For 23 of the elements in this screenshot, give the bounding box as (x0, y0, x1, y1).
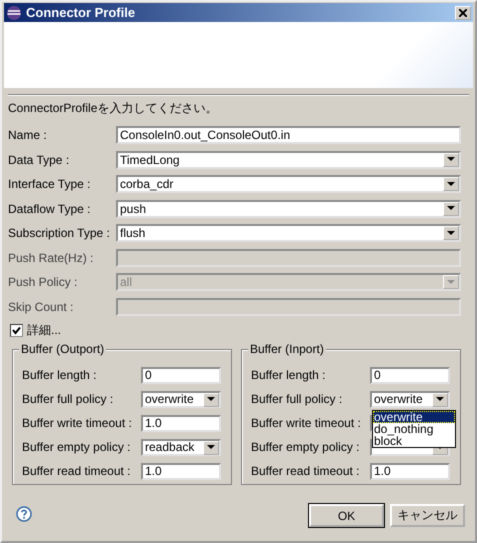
field-label: Push Rate(Hz) : (8, 250, 94, 264)
field-label: Buffer read timeout : (251, 464, 361, 478)
group-title: Buffer (Outport) (19, 342, 106, 356)
instruction-text: ConnectorProfileを入力してください。 (8, 100, 218, 116)
group-title: Buffer (Inport) (248, 342, 326, 356)
field-label: Buffer write timeout : (22, 416, 133, 430)
field-label: Data Type : (8, 152, 70, 166)
field-label: Skip Count : (8, 300, 74, 314)
field-label: Buffer empty policy : (22, 440, 132, 454)
checkbox-label: 詳細... (27, 322, 62, 338)
field-label: Buffer read timeout : (22, 464, 132, 478)
field-label: Buffer empty policy : (251, 440, 360, 454)
field-label: Subscription Type : (8, 226, 111, 240)
field-label: Buffer length : (251, 368, 326, 382)
field-label: Buffer length : (22, 368, 98, 382)
field-label: Buffer full policy : (251, 392, 344, 406)
window-title: Connector Profile (26, 5, 136, 20)
field-label: Buffer write timeout : (251, 416, 362, 430)
field-label: Interface Type : (8, 177, 92, 191)
field-label: Push Policy : (8, 275, 78, 289)
field-label: Dataflow Type : (8, 202, 92, 216)
field-label: Name : (8, 128, 48, 142)
field-label: Buffer full policy : (22, 392, 114, 406)
